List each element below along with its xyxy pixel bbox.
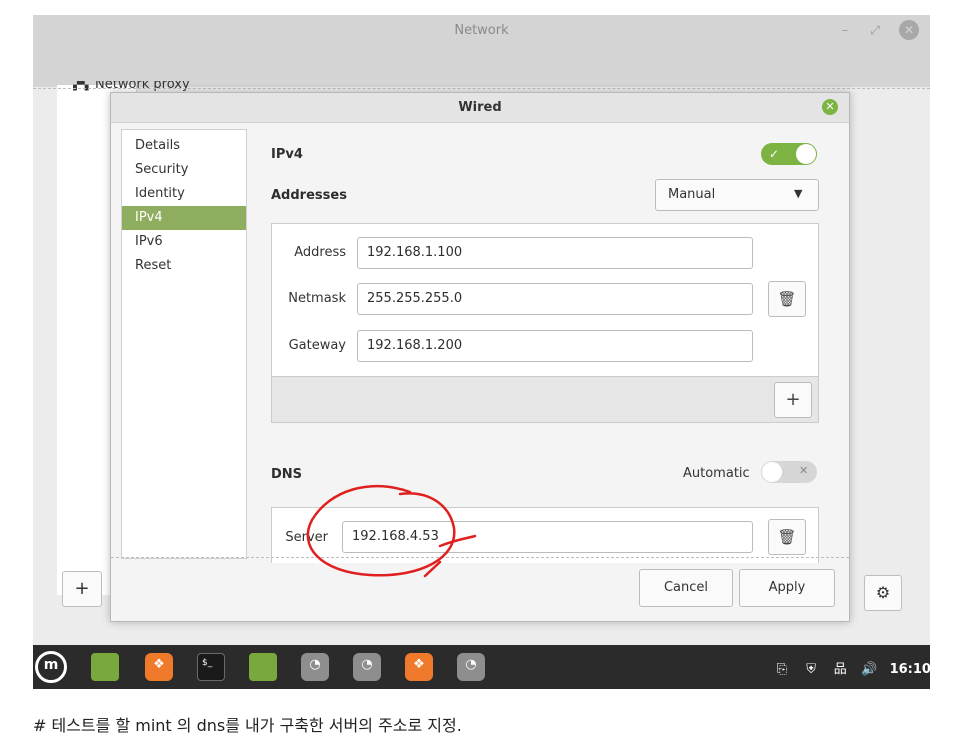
- minimize-button[interactable]: –: [836, 21, 854, 39]
- netmask-label: Netmask: [288, 291, 346, 306]
- address-input[interactable]: 192.168.1.100: [357, 237, 753, 269]
- gateway-label: Gateway: [288, 338, 346, 353]
- wifi-app-icon[interactable]: ◔: [353, 653, 381, 681]
- wired-dialog-title: Wired: [458, 100, 502, 115]
- wired-dialog: Wired ✕ Details Security Identity IPv4 I…: [110, 92, 850, 622]
- dns-server-label: Server: [285, 530, 328, 545]
- dns-automatic-switch[interactable]: ✕: [761, 461, 817, 483]
- addresses-footer: +: [272, 376, 818, 422]
- dns-automatic-label: Automatic: [683, 466, 750, 481]
- firefox-icon[interactable]: ❖: [145, 653, 173, 681]
- tab-reset[interactable]: Reset: [122, 254, 246, 278]
- terminal-icon[interactable]: $_: [197, 653, 225, 681]
- gateway-input[interactable]: 192.168.1.200: [357, 330, 753, 362]
- tab-ipv4[interactable]: IPv4: [122, 206, 246, 230]
- delete-dns-icon[interactable]: 🗑: [768, 519, 806, 555]
- tab-security[interactable]: Security: [122, 158, 246, 182]
- clock[interactable]: 16:10: [890, 662, 931, 677]
- system-tray: ⎘ ⛨ 品 🔊 16:10: [773, 658, 931, 677]
- addresses-panel: Address 192.168.1.100 Netmask 255.255.25…: [271, 223, 819, 423]
- wifi-app-icon[interactable]: ◔: [301, 653, 329, 681]
- close-dialog-icon[interactable]: ✕: [822, 99, 838, 115]
- check-icon: ✓: [769, 147, 780, 161]
- switch-knob: [796, 144, 816, 164]
- add-address-button[interactable]: +: [774, 382, 812, 418]
- cancel-button[interactable]: Cancel: [639, 569, 733, 607]
- close-icon: ✕: [799, 464, 809, 477]
- ipv4-switch[interactable]: ✓: [761, 143, 817, 165]
- tab-ipv6[interactable]: IPv6: [122, 230, 246, 254]
- shield-icon[interactable]: ⛨: [802, 662, 820, 677]
- network-window-title: Network: [454, 23, 509, 38]
- add-connection-button[interactable]: +: [62, 571, 102, 607]
- delete-address-icon[interactable]: 🗑: [768, 281, 806, 317]
- wifi-app-icon[interactable]: ◔: [457, 653, 485, 681]
- network-proxy-icon: ▞▚: [73, 81, 89, 91]
- taskbar: m ❖ $_ ◔ ◔ ❖ ◔ ⎘ ⛨ 品 🔊 16:10: [33, 645, 931, 689]
- wired-titlebar: Wired ✕: [111, 93, 849, 123]
- tab-identity[interactable]: Identity: [122, 182, 246, 206]
- gear-icon[interactable]: ⚙: [864, 575, 902, 611]
- volume-icon[interactable]: 🔊: [860, 662, 878, 677]
- dns-heading: DNS: [271, 467, 303, 482]
- close-window-button[interactable]: ✕: [899, 20, 919, 40]
- caption: # 테스트를 할 mint 의 dns를 내가 구축한 서버의 주소로 지정.: [33, 716, 462, 735]
- chevron-down-icon: ▼: [794, 187, 803, 200]
- switch-knob: [762, 462, 782, 482]
- clipboard-icon[interactable]: ⎘: [773, 662, 791, 677]
- addresses-heading: Addresses: [271, 188, 347, 203]
- apply-button[interactable]: Apply: [739, 569, 835, 607]
- method-select[interactable]: Manual ▼: [655, 179, 819, 211]
- files-icon[interactable]: [249, 653, 277, 681]
- network-icon[interactable]: 品: [831, 658, 849, 677]
- firefox-icon[interactable]: ❖: [405, 653, 433, 681]
- method-value: Manual: [668, 187, 716, 202]
- maximize-button[interactable]: ⤢: [866, 21, 884, 39]
- address-label: Address: [294, 245, 346, 260]
- mint-menu-icon[interactable]: m: [35, 651, 67, 683]
- netmask-input[interactable]: 255.255.255.0: [357, 283, 753, 315]
- folder-icon[interactable]: [91, 653, 119, 681]
- network-proxy-label: Network proxy: [95, 81, 190, 92]
- divider: [111, 557, 849, 558]
- dns-server-input[interactable]: 192.168.4.53: [342, 521, 753, 553]
- dns-panel: Server 192.168.4.53 🗑: [271, 507, 819, 563]
- wired-nav-list: Details Security Identity IPv4 IPv6 Rese…: [121, 129, 247, 559]
- network-titlebar: Network – ⤢ ✕: [33, 15, 930, 87]
- tab-details[interactable]: Details: [122, 134, 246, 158]
- divider: [33, 88, 930, 89]
- ipv4-heading: IPv4: [271, 147, 303, 162]
